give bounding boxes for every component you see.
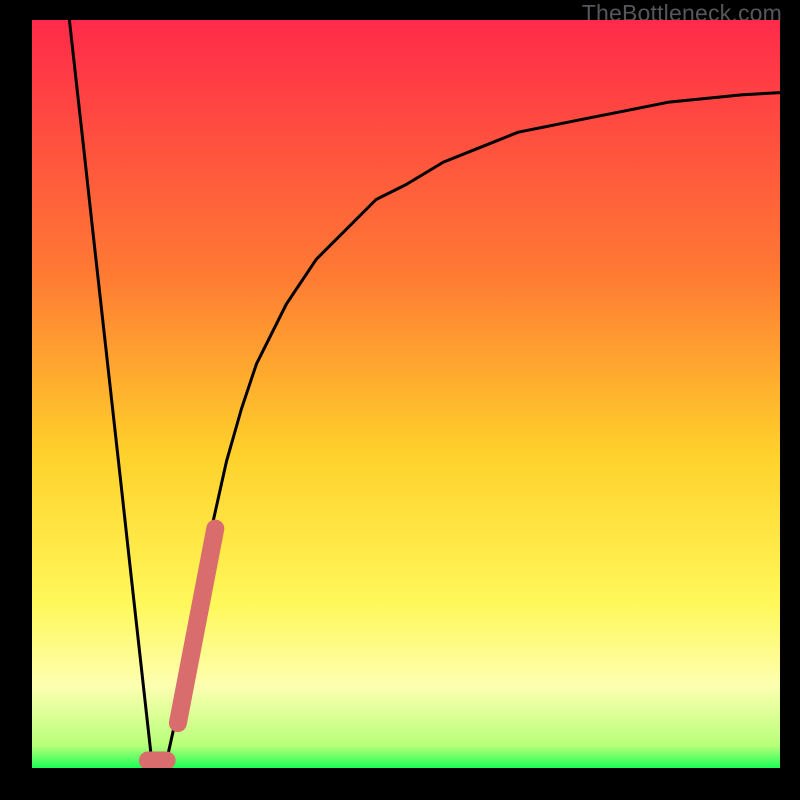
chart-frame: TheBottleneck.com [0, 0, 800, 800]
plot-area [32, 20, 780, 768]
gradient-background [32, 20, 780, 768]
chart-svg [32, 20, 780, 768]
